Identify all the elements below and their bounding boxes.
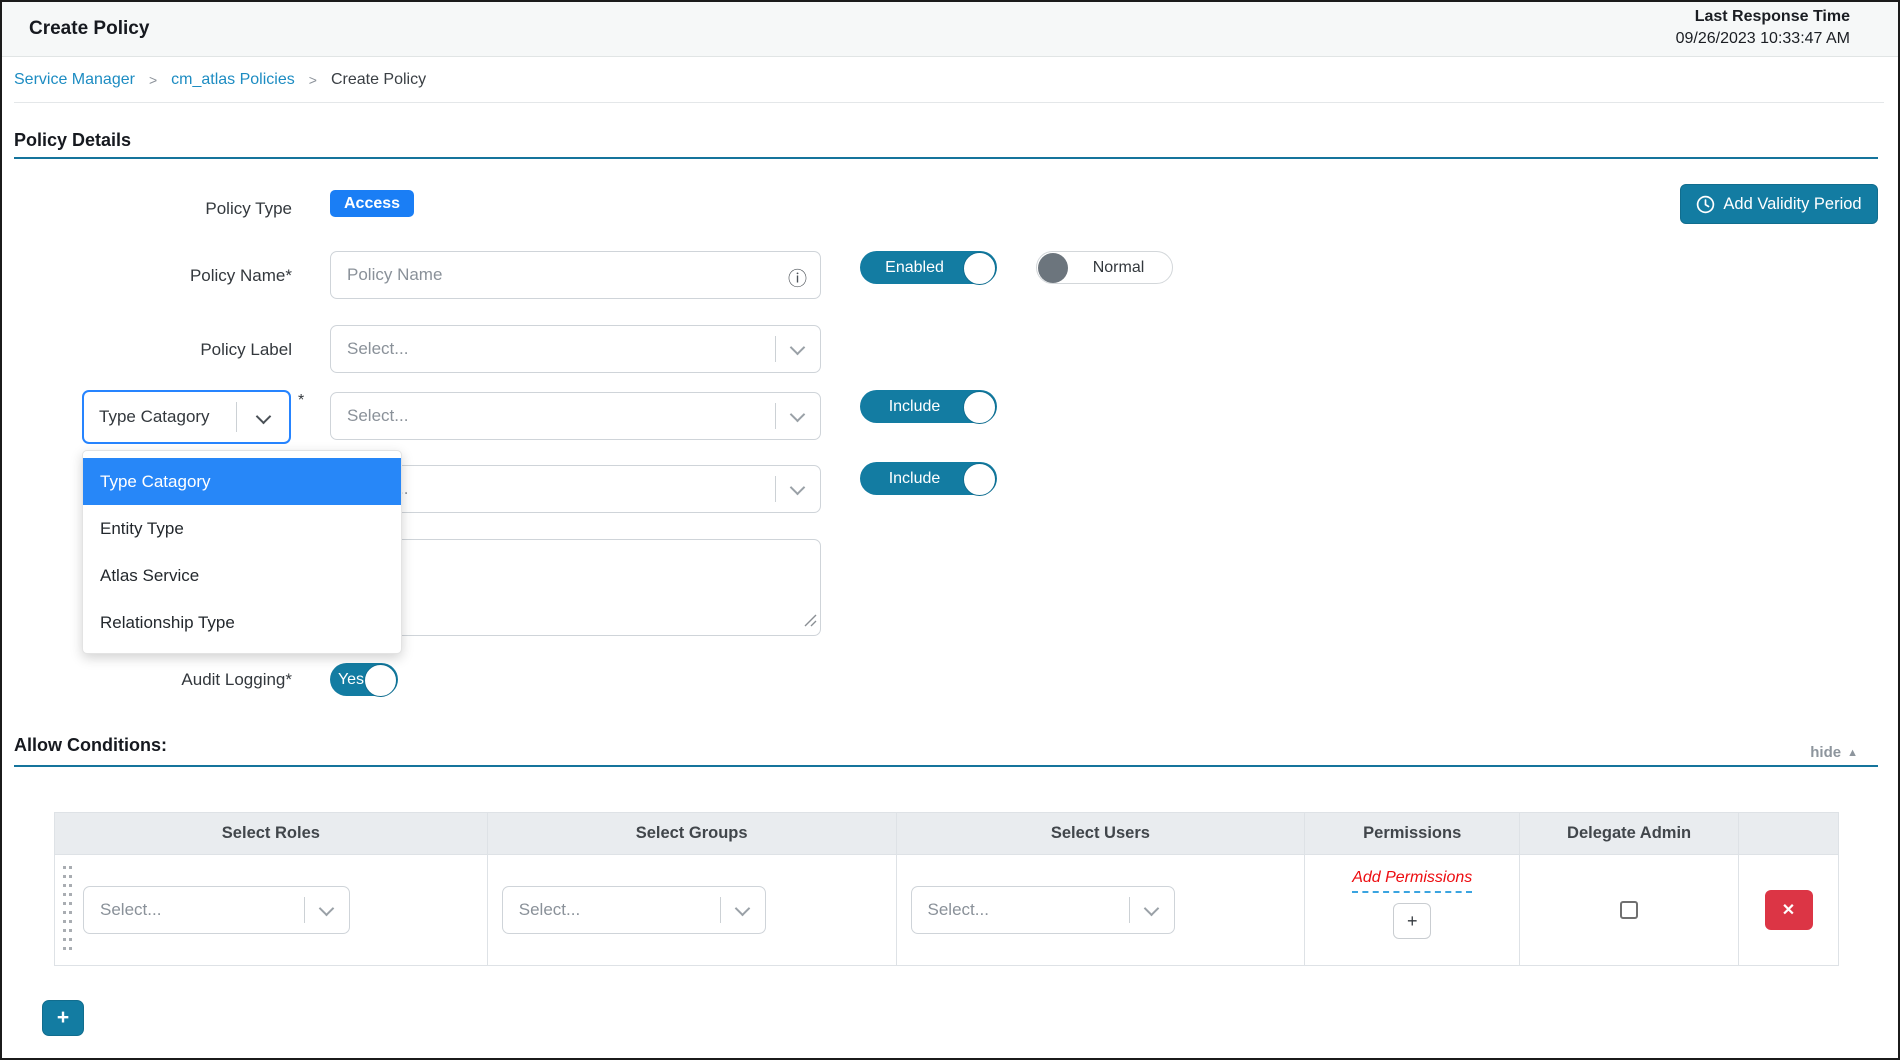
column-header-delegate-admin: Delegate Admin — [1520, 813, 1739, 854]
users-select[interactable]: Select... — [911, 886, 1175, 934]
policy-label-select[interactable]: Select... — [330, 325, 821, 373]
chevron-down-icon — [256, 409, 272, 425]
groups-select[interactable]: Select... — [502, 886, 766, 934]
create-policy-page: Create Policy Last Response Time 09/26/2… — [0, 0, 1900, 1060]
delegate-admin-checkbox[interactable] — [1620, 901, 1638, 919]
second-resource-select[interactable]: Select... — [330, 465, 821, 513]
column-header-select-users: Select Users — [897, 813, 1306, 854]
chevron-down-icon — [734, 901, 750, 917]
resource-value-placeholder: Select... — [347, 406, 408, 426]
users-cell: Select... — [897, 855, 1306, 965]
normal-toggle-label: Normal — [1093, 259, 1145, 277]
hide-section-link[interactable]: hide ▲ — [1810, 744, 1858, 761]
audit-logging-label: Audit Logging* — [14, 670, 292, 690]
hide-label: hide — [1810, 744, 1841, 761]
audit-logging-toggle-label: Yes — [338, 671, 364, 689]
breadcrumb-separator: > — [309, 72, 317, 88]
include-toggle-1-label: Include — [889, 398, 941, 416]
delete-row-button[interactable]: ✕ — [1765, 890, 1813, 930]
include-toggle-2-label: Include — [889, 470, 941, 488]
users-select-placeholder: Select... — [928, 900, 989, 920]
enabled-toggle-label: Enabled — [885, 259, 944, 277]
menu-item-relationship-type[interactable]: Relationship Type — [83, 599, 401, 646]
section-divider — [14, 157, 1878, 159]
roles-select[interactable]: Select... — [83, 886, 350, 934]
resource-type-menu: Type Catagory Entity Type Atlas Service … — [82, 450, 402, 654]
roles-select-placeholder: Select... — [100, 900, 161, 920]
select-divider — [775, 476, 776, 502]
breadcrumb-current: Create Policy — [331, 71, 426, 89]
select-divider — [1129, 897, 1130, 923]
info-icon: ⓘ — [788, 264, 807, 291]
add-permission-button[interactable]: + — [1393, 903, 1431, 939]
select-divider — [236, 402, 237, 432]
column-header-select-roles: Select Roles — [55, 813, 488, 854]
policy-type-label: Policy Type — [14, 199, 292, 219]
last-response-time: Last Response Time 09/26/2023 10:33:47 A… — [1676, 8, 1850, 48]
menu-item-type-catagory[interactable]: Type Catagory — [83, 458, 401, 505]
breadcrumb-separator: > — [149, 72, 157, 88]
policy-name-input[interactable] — [331, 252, 820, 298]
policy-label-placeholder: Select... — [347, 339, 408, 359]
enabled-toggle[interactable]: Enabled — [860, 251, 997, 284]
chevron-down-icon — [790, 480, 806, 496]
table-row: Select... Select... Select... — [55, 855, 1838, 965]
select-divider — [775, 403, 776, 429]
top-bar: Create Policy Last Response Time 09/26/2… — [2, 2, 1898, 57]
breadcrumb-cm-atlas-policies[interactable]: cm_atlas Policies — [171, 71, 295, 89]
breadcrumb: Service Manager > cm_atlas Policies > Cr… — [14, 58, 1884, 103]
chevron-down-icon — [1143, 901, 1159, 917]
policy-type-badge: Access — [330, 190, 414, 217]
last-response-time-value: 09/26/2023 10:33:47 AM — [1676, 30, 1850, 48]
table-header-row: Select Roles Select Groups Select Users … — [55, 813, 1838, 855]
policy-label-label: Policy Label — [14, 340, 292, 360]
add-permissions-link[interactable]: Add Permissions — [1352, 869, 1472, 893]
delegate-admin-cell — [1520, 855, 1739, 965]
column-header-actions — [1739, 813, 1838, 854]
include-toggle-2[interactable]: Include — [860, 462, 997, 495]
chevron-down-icon — [790, 407, 806, 423]
drag-handle[interactable] — [63, 866, 72, 954]
required-asterisk: * — [298, 392, 304, 410]
chevron-down-icon — [790, 340, 806, 356]
caret-up-icon: ▲ — [1847, 747, 1858, 759]
menu-item-entity-type[interactable]: Entity Type — [83, 505, 401, 552]
select-divider — [304, 897, 305, 923]
clock-icon — [1696, 195, 1715, 214]
add-validity-period-label: Add Validity Period — [1723, 195, 1861, 214]
menu-item-atlas-service[interactable]: Atlas Service — [83, 552, 401, 599]
groups-select-placeholder: Select... — [519, 900, 580, 920]
permissions-cell: Add Permissions + — [1305, 855, 1520, 965]
allow-conditions-heading: Allow Conditions: — [14, 735, 167, 756]
policy-details-heading: Policy Details — [14, 130, 131, 151]
select-divider — [775, 336, 776, 362]
section-divider — [14, 765, 1878, 767]
allow-conditions-table: Select Roles Select Groups Select Users … — [54, 812, 1839, 966]
groups-cell: Select... — [488, 855, 897, 965]
last-response-time-label: Last Response Time — [1676, 8, 1850, 26]
select-divider — [720, 897, 721, 923]
page-title: Create Policy — [29, 18, 149, 40]
include-toggle-1[interactable]: Include — [860, 390, 997, 423]
normal-override-toggle[interactable]: Normal — [1036, 251, 1173, 284]
description-textarea[interactable] — [330, 539, 821, 636]
actions-cell: ✕ — [1739, 855, 1838, 965]
resize-handle-icon[interactable] — [804, 614, 817, 632]
roles-cell: Select... — [55, 855, 488, 965]
resource-type-select[interactable]: Type Catagory — [82, 390, 291, 444]
policy-name-field-wrap: ⓘ — [330, 251, 821, 299]
policy-name-label: Policy Name* — [14, 266, 292, 286]
breadcrumb-service-manager[interactable]: Service Manager — [14, 71, 135, 89]
column-header-select-groups: Select Groups — [488, 813, 897, 854]
column-header-permissions: Permissions — [1305, 813, 1520, 854]
resource-value-select[interactable]: Select... — [330, 392, 821, 440]
resource-type-value: Type Catagory — [99, 407, 210, 427]
add-condition-row-button[interactable]: + — [42, 1000, 84, 1036]
audit-logging-toggle[interactable]: Yes — [330, 663, 398, 696]
chevron-down-icon — [319, 901, 335, 917]
add-validity-period-button[interactable]: Add Validity Period — [1680, 184, 1878, 224]
